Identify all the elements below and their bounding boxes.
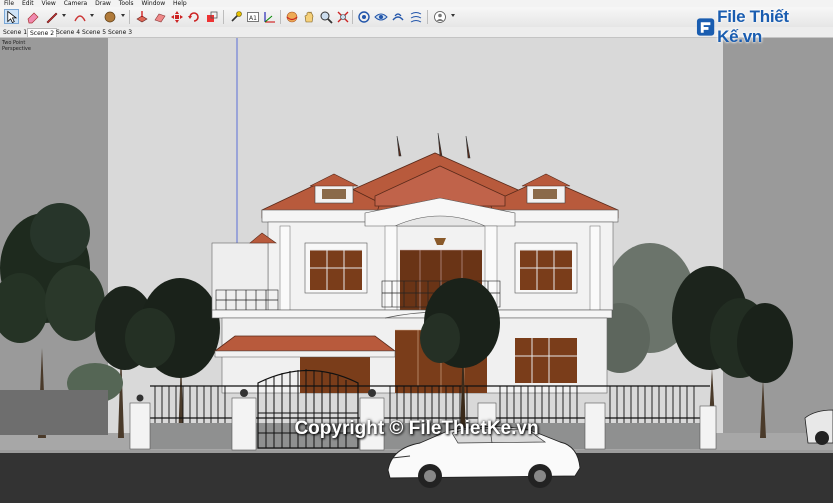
menu-view[interactable]: View [42, 0, 56, 7]
menu-help[interactable]: Help [173, 0, 187, 7]
menu-tools[interactable]: Tools [119, 0, 134, 7]
tab-scene-5[interactable]: Scene 5 [80, 28, 108, 37]
line-dropdown-icon[interactable] [62, 14, 66, 17]
arc-dropdown-icon[interactable] [90, 14, 94, 17]
paint-dropdown-icon[interactable] [121, 14, 125, 17]
look-around-icon[interactable] [373, 9, 388, 24]
eraser-icon[interactable] [25, 9, 40, 24]
menu-camera[interactable]: Camera [64, 0, 88, 7]
axes-icon[interactable] [262, 9, 277, 24]
text-label-icon[interactable]: A1 [245, 9, 260, 24]
filethietke-logo-icon [696, 18, 715, 36]
camera-mode-line-2: Perspective [2, 46, 31, 52]
watermark: File Thiết Kế.vn [696, 7, 833, 46]
menu-draw[interactable]: Draw [95, 0, 111, 7]
orbit-icon[interactable] [284, 9, 299, 24]
menu-bar: File Edit View Camera Draw Tools Window … [0, 0, 833, 7]
right-shade-pane [723, 38, 833, 450]
copyright-text: Copyright © FileThietKe.vn [294, 418, 539, 439]
paint-bucket-icon[interactable] [102, 9, 117, 24]
svg-text:A1: A1 [249, 15, 257, 22]
follow-me-icon[interactable] [152, 9, 167, 24]
menu-edit[interactable]: Edit [22, 0, 34, 7]
tape-measure-icon[interactable] [228, 9, 243, 24]
scale-icon[interactable] [204, 9, 219, 24]
zoom-extents-icon[interactable] [335, 9, 350, 24]
select-tool-icon[interactable] [4, 9, 19, 24]
tab-scene-2[interactable]: Scene 2 [27, 28, 58, 37]
arc-icon[interactable] [72, 9, 87, 24]
tab-scene-4[interactable]: Scene 4 [54, 28, 82, 37]
position-camera-icon[interactable] [390, 9, 405, 24]
tab-scene-1[interactable]: Scene 1 [1, 28, 29, 37]
walk-icon[interactable] [356, 9, 371, 24]
menu-file[interactable]: File [4, 0, 14, 7]
rotate-icon[interactable] [186, 9, 201, 24]
zoom-icon[interactable] [318, 9, 333, 24]
pan-hand-icon[interactable] [301, 9, 316, 24]
section-icon[interactable] [408, 9, 423, 24]
pencil-line-icon[interactable] [44, 9, 59, 24]
watermark-text: File Thiết Kế.vn [717, 7, 789, 46]
camera-mode-label: Two Point Perspective [2, 40, 31, 52]
tab-scene-3[interactable]: Scene 3 [106, 28, 134, 37]
push-pull-icon[interactable] [134, 9, 149, 24]
user-account-icon[interactable] [432, 9, 447, 24]
menu-window[interactable]: Window [141, 0, 165, 7]
account-dropdown-icon[interactable] [451, 14, 455, 17]
move-icon[interactable] [169, 9, 184, 24]
